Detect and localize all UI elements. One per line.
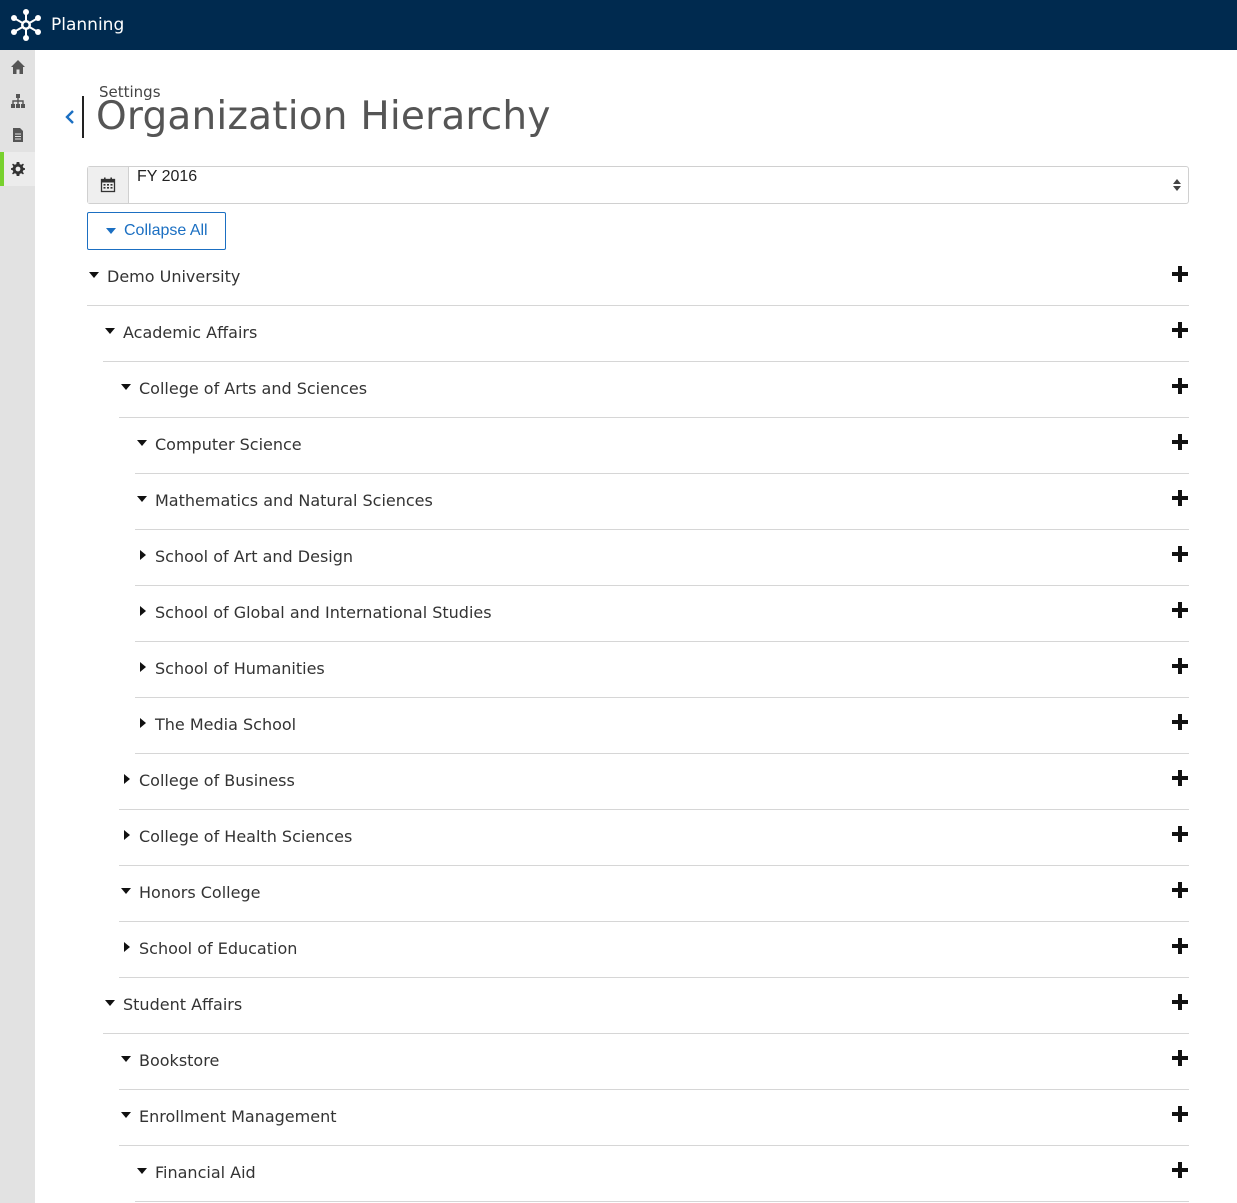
add-child-plus-icon[interactable] (1171, 1049, 1189, 1067)
gear-icon (10, 162, 25, 176)
tree-node-label[interactable]: School of Education (139, 939, 297, 958)
caret-down-icon[interactable] (136, 437, 148, 449)
tree-row[interactable]: The Media School (135, 698, 1189, 754)
add-child-plus-icon[interactable] (1171, 545, 1189, 563)
sitemap-icon (10, 94, 25, 108)
tree-node-label[interactable]: School of Art and Design (155, 547, 353, 566)
sidebar-item-documents[interactable] (0, 118, 35, 152)
back-button[interactable] (63, 106, 77, 128)
tree-node-label[interactable]: Demo University (107, 267, 240, 286)
caret-down-icon[interactable] (120, 885, 132, 897)
add-child-plus-icon[interactable] (1171, 657, 1189, 675)
tree-row[interactable]: Mathematics and Natural Sciences (135, 474, 1189, 530)
tree-row[interactable]: School of Global and International Studi… (135, 586, 1189, 642)
tree-node-label[interactable]: Student Affairs (123, 995, 242, 1014)
tree-node-label[interactable]: Mathematics and Natural Sciences (155, 491, 433, 510)
add-child-plus-icon[interactable] (1171, 1161, 1189, 1179)
app-title[interactable]: Planning (51, 15, 124, 35)
tree-row[interactable]: Bookstore (119, 1034, 1189, 1090)
tree-node-label[interactable]: Bookstore (139, 1051, 219, 1070)
tree-row[interactable]: Enrollment Management (119, 1090, 1189, 1146)
tree-node-label[interactable]: College of Arts and Sciences (139, 379, 367, 398)
fiscal-year-select[interactable]: FY 2016 (87, 166, 1189, 204)
tree-row[interactable]: Financial Aid (135, 1146, 1189, 1202)
caret-down-icon (106, 228, 116, 234)
tree-node-label[interactable]: Computer Science (155, 435, 302, 454)
tree-node-label[interactable]: College of Health Sciences (139, 827, 352, 846)
tree-row[interactable]: Demo University (87, 250, 1189, 306)
document-icon (12, 128, 23, 142)
tree-row[interactable]: Computer Science (135, 418, 1189, 474)
add-child-plus-icon[interactable] (1171, 825, 1189, 843)
tree-node-label[interactable]: Enrollment Management (139, 1107, 336, 1126)
tree-node-label[interactable]: Academic Affairs (123, 323, 257, 342)
tree-row[interactable]: Student Affairs (103, 978, 1189, 1034)
sidebar-item-hierarchy[interactable] (0, 84, 35, 118)
caret-right-icon[interactable] (121, 829, 133, 841)
add-child-plus-icon[interactable] (1171, 993, 1189, 1011)
caret-right-icon[interactable] (137, 717, 149, 729)
caret-down-icon[interactable] (136, 1165, 148, 1177)
caret-down-icon[interactable] (136, 493, 148, 505)
sidebar-item-home[interactable] (0, 50, 35, 84)
add-child-plus-icon[interactable] (1171, 601, 1189, 619)
main-content: Settings Organization Hierarchy FY 2016 … (35, 50, 1237, 1203)
sidebar-item-settings[interactable] (0, 152, 35, 186)
add-child-plus-icon[interactable] (1171, 1105, 1189, 1123)
add-child-plus-icon[interactable] (1171, 713, 1189, 731)
caret-right-icon[interactable] (121, 773, 133, 785)
tree-row[interactable]: School of Humanities (135, 642, 1189, 698)
top-navbar: Planning (0, 0, 1237, 50)
tree-row[interactable]: College of Arts and Sciences (119, 362, 1189, 418)
collapse-all-button[interactable]: Collapse All (87, 212, 226, 250)
sidebar (0, 50, 35, 1203)
page-title: Organization Hierarchy (96, 94, 551, 139)
add-child-plus-icon[interactable] (1171, 489, 1189, 507)
tree-row[interactable]: Honors College (119, 866, 1189, 922)
caret-down-icon[interactable] (88, 269, 100, 281)
tree-node-label[interactable]: College of Business (139, 771, 295, 790)
caret-down-icon[interactable] (104, 325, 116, 337)
tree-row[interactable]: Academic Affairs (103, 306, 1189, 362)
fiscal-year-value[interactable]: FY 2016 (129, 167, 1168, 203)
caret-right-icon[interactable] (137, 661, 149, 673)
title-divider (82, 96, 84, 138)
home-icon (10, 60, 25, 74)
tree-node-label[interactable]: School of Humanities (155, 659, 325, 678)
tree-node-label[interactable]: The Media School (155, 715, 296, 734)
select-arrows-icon (1168, 167, 1186, 203)
caret-down-icon[interactable] (104, 997, 116, 1009)
collapse-all-label: Collapse All (124, 222, 208, 239)
add-child-plus-icon[interactable] (1171, 937, 1189, 955)
caret-right-icon[interactable] (137, 605, 149, 617)
caret-down-icon[interactable] (120, 1053, 132, 1065)
add-child-plus-icon[interactable] (1171, 433, 1189, 451)
calendar-icon (100, 177, 116, 193)
add-child-plus-icon[interactable] (1171, 881, 1189, 899)
tree-node-label[interactable]: Financial Aid (155, 1163, 256, 1182)
tree-row[interactable]: College of Health Sciences (119, 810, 1189, 866)
chevron-left-icon (65, 110, 74, 124)
add-child-plus-icon[interactable] (1171, 769, 1189, 787)
tree-row[interactable]: School of Education (119, 922, 1189, 978)
caret-right-icon[interactable] (137, 549, 149, 561)
calendar-icon-box (88, 167, 129, 203)
add-child-plus-icon[interactable] (1171, 265, 1189, 283)
tree-row[interactable]: College of Business (119, 754, 1189, 810)
caret-down-icon[interactable] (120, 381, 132, 393)
tree-node-label[interactable]: Honors College (139, 883, 260, 902)
caret-down-icon[interactable] (120, 1109, 132, 1121)
add-child-plus-icon[interactable] (1171, 321, 1189, 339)
tree-node-label[interactable]: School of Global and International Studi… (155, 603, 492, 622)
add-child-plus-icon[interactable] (1171, 377, 1189, 395)
app-logo-icon[interactable] (8, 7, 44, 43)
tree-row[interactable]: School of Art and Design (135, 530, 1189, 586)
caret-right-icon[interactable] (121, 941, 133, 953)
